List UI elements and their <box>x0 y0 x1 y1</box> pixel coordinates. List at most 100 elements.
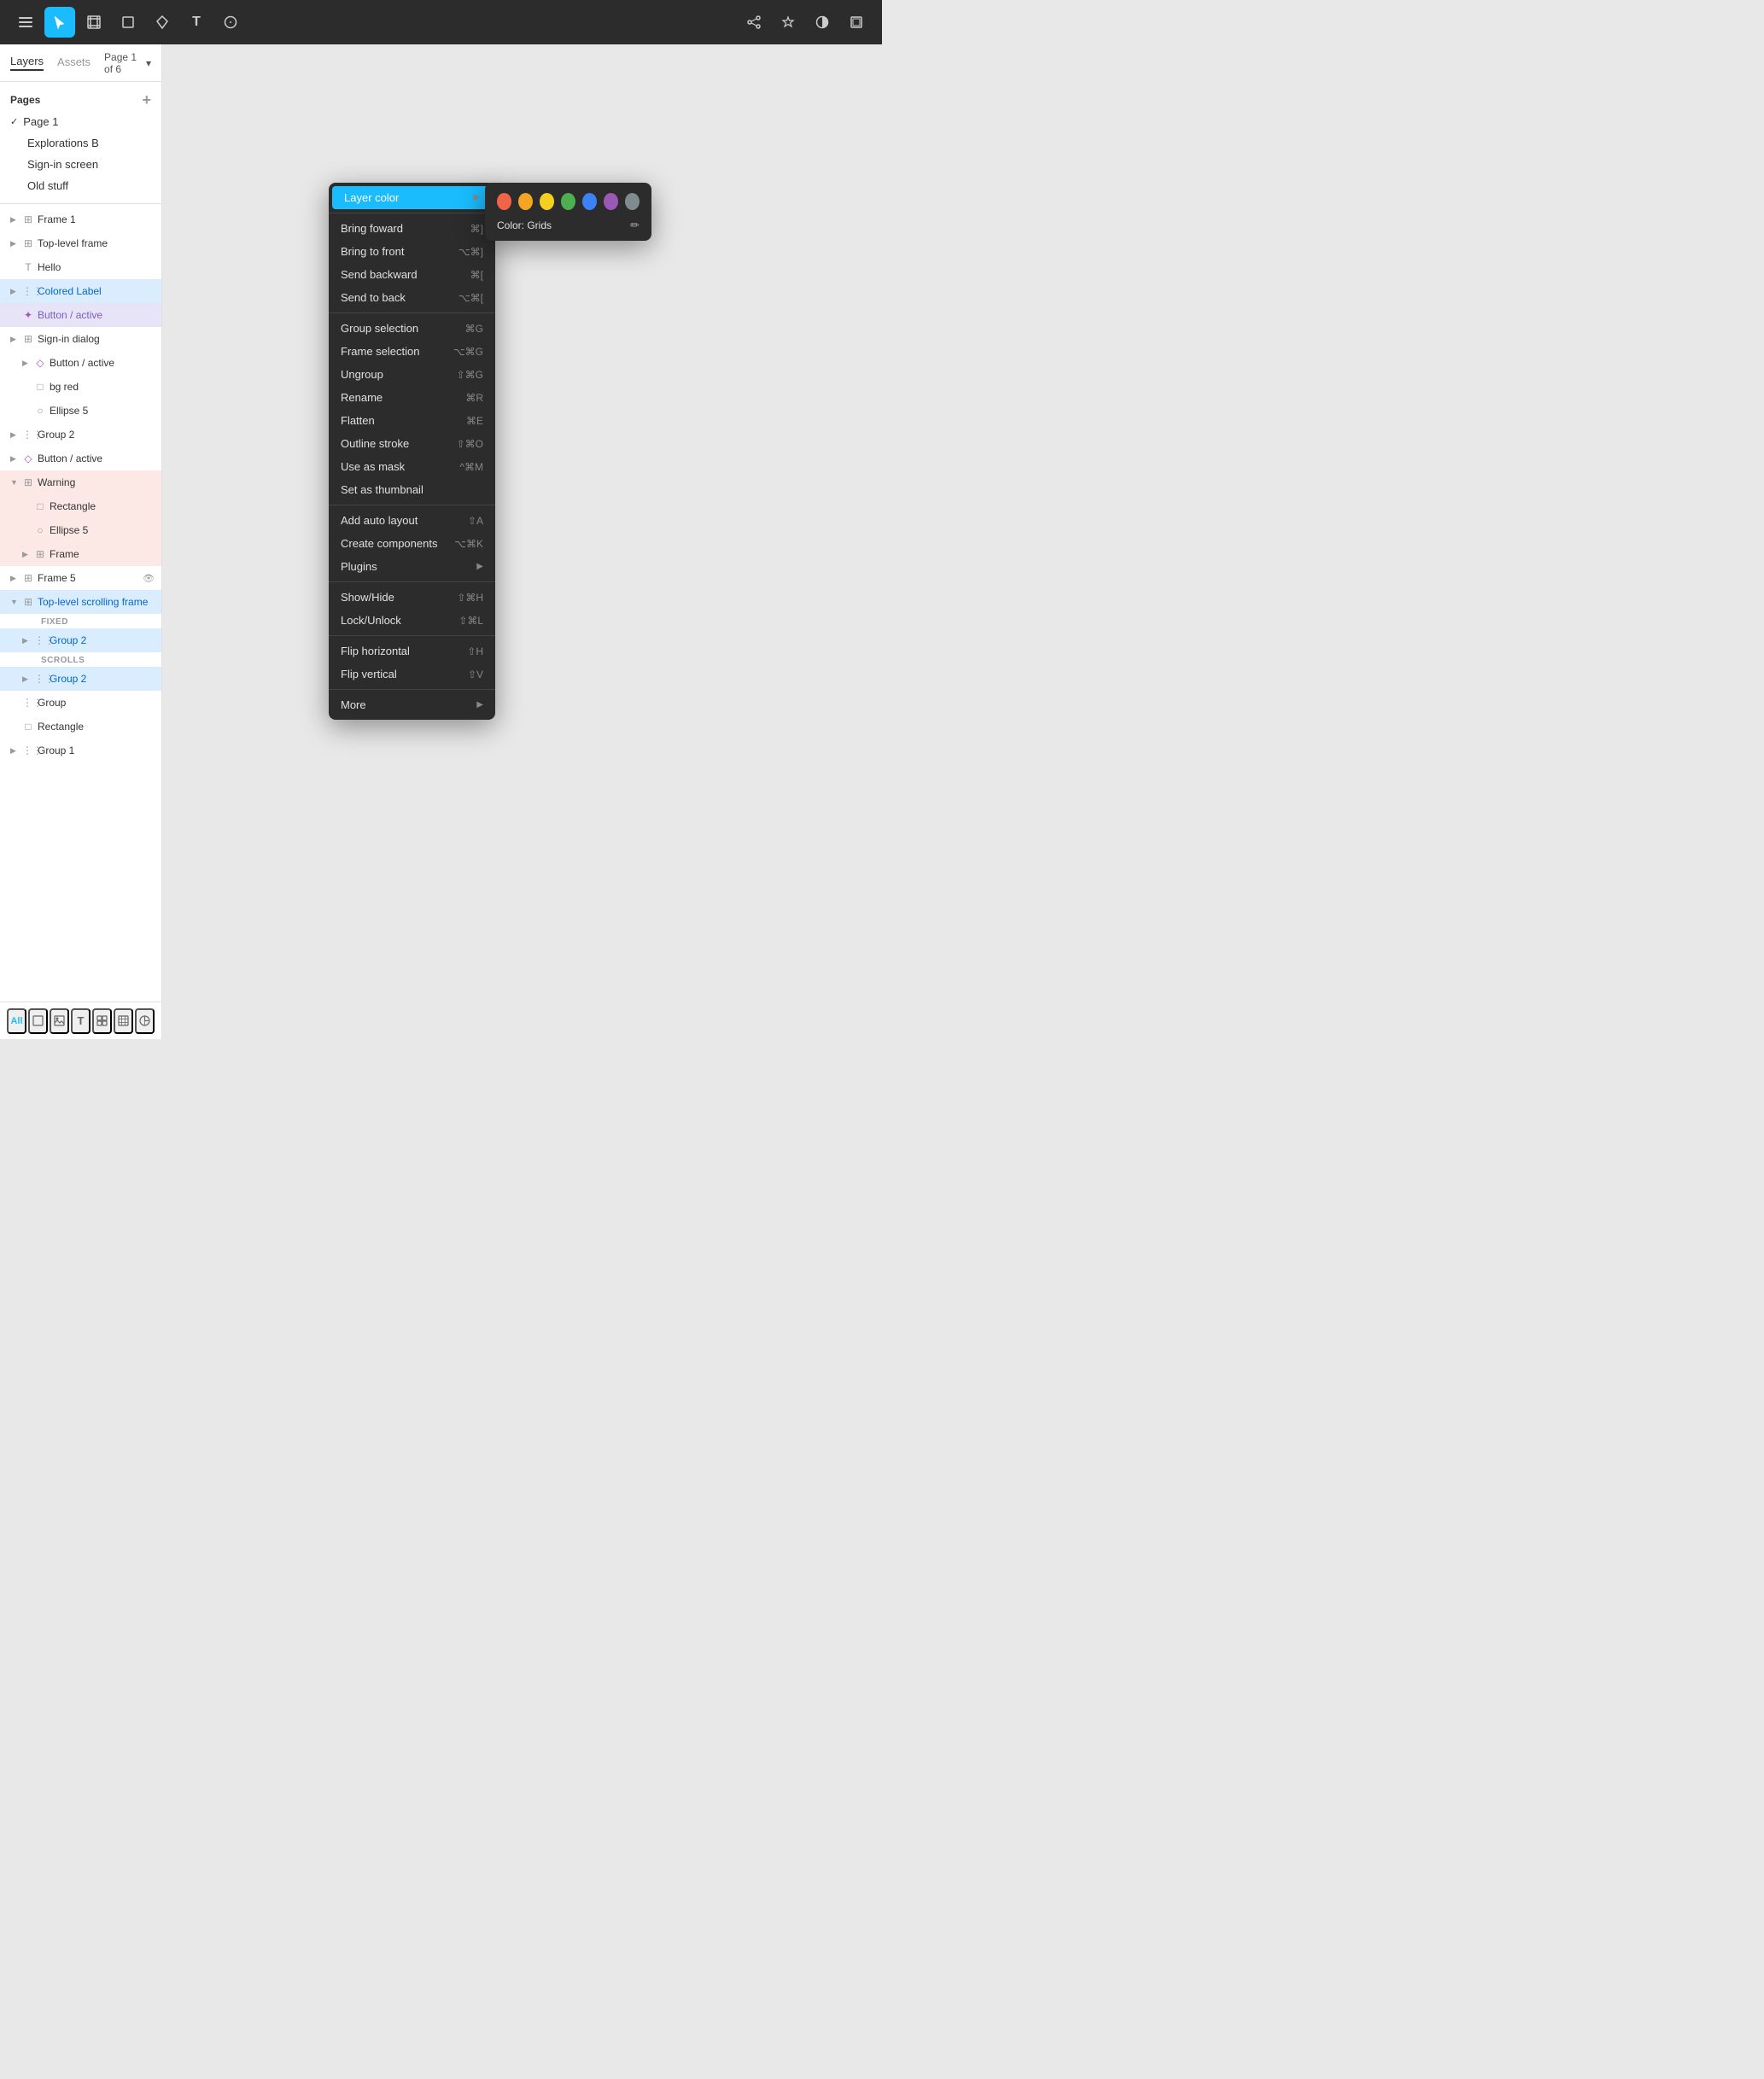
color-edit-button[interactable]: ✏ <box>630 219 640 232</box>
menu-item-outline-stroke[interactable]: Outline stroke⇧⌘O <box>329 432 495 455</box>
layer-item-ellipse5b[interactable]: ○Ellipse 5 <box>0 518 161 542</box>
star-button[interactable] <box>773 7 803 38</box>
layer-item-frame5[interactable]: ▶⊞Frame 5👁 <box>0 566 161 590</box>
layer-item-group2b[interactable]: ▶⋮⋮Group 2 <box>0 628 161 652</box>
page-item-explorations[interactable]: Explorations B <box>0 132 161 154</box>
layer-chevron-colored-label[interactable]: ▶ <box>10 287 19 296</box>
layer-item-frameb[interactable]: ▶⊞Frame <box>0 542 161 566</box>
layer-chevron-frame1[interactable]: ▶ <box>10 215 19 225</box>
menu-item-flip-vertical[interactable]: Flip vertical⇧V <box>329 663 495 686</box>
layer-item-toplevel[interactable]: ▶⊞Top-level frame <box>0 231 161 255</box>
layer-chevron-signin-dialog[interactable]: ▶ <box>10 335 19 344</box>
layer-item-ellipse5[interactable]: ○Ellipse 5 <box>0 399 161 423</box>
layer-chevron-frame5[interactable]: ▶ <box>10 574 19 583</box>
color-dot-blue[interactable] <box>582 193 597 210</box>
layer-chevron-button-active2[interactable]: ▶ <box>22 359 31 368</box>
comment-tool-button[interactable] <box>215 7 246 38</box>
layer-item-warning[interactable]: ▼⊞Warning <box>0 470 161 494</box>
layer-chevron-toplevel-scroll[interactable]: ▼ <box>10 598 19 606</box>
filter-images-button[interactable] <box>50 1008 69 1034</box>
text-tool-button[interactable]: T <box>181 7 212 38</box>
layer-chevron-frameb[interactable]: ▶ <box>22 550 31 559</box>
menu-item-ungroup[interactable]: Ungroup⇧⌘G <box>329 363 495 386</box>
layer-icon-signin-dialog: ⊞ <box>22 333 34 345</box>
layer-item-bg-red[interactable]: □bg red <box>0 375 161 399</box>
layer-item-colored-label[interactable]: ▶⋮⋮Colored Label <box>0 279 161 303</box>
layer-item-group1[interactable]: ▶⋮⋮Group 1 <box>0 739 161 762</box>
layer-item-toplevel-scroll[interactable]: ▼⊞Top-level scrolling frame <box>0 590 161 614</box>
layer-chevron-toplevel[interactable]: ▶ <box>10 239 19 248</box>
menu-item-show-hide[interactable]: Show/Hide⇧⌘H <box>329 586 495 609</box>
page-selector[interactable]: Page 1 of 6 ▾ <box>104 51 151 75</box>
layer-chevron-group1[interactable]: ▶ <box>10 746 19 756</box>
layer-item-rectangle2[interactable]: □Rectangle <box>0 715 161 739</box>
menu-item-use-as-mask[interactable]: Use as mask^⌘M <box>329 455 495 478</box>
sidebar-bottom-toolbar: All T <box>0 1002 161 1039</box>
share-button[interactable] <box>739 7 769 38</box>
color-dot-green[interactable] <box>561 193 575 210</box>
menu-item-frame-selection[interactable]: Frame selection⌥⌘G <box>329 340 495 363</box>
filter-auto-layout-button[interactable] <box>135 1008 155 1034</box>
menu-separator-sep6 <box>329 689 495 690</box>
layer-item-group[interactable]: ⋮⋮Group <box>0 691 161 715</box>
layer-item-button-active2[interactable]: ▶◇Button / active <box>0 351 161 375</box>
layer-item-hello[interactable]: THello <box>0 255 161 279</box>
layer-item-group2a[interactable]: ▶⋮⋮Group 2 <box>0 423 161 447</box>
menu-item-add-auto-layout[interactable]: Add auto layout⇧A <box>329 509 495 532</box>
pen-tool-button[interactable] <box>147 7 178 38</box>
menu-item-plugins[interactable]: Plugins▶ <box>329 555 495 578</box>
menu-item-more[interactable]: More▶ <box>329 693 495 716</box>
page-item-signin[interactable]: Sign-in screen <box>0 154 161 175</box>
layer-name-ellipse5: Ellipse 5 <box>50 405 155 417</box>
layer-item-signin-dialog[interactable]: ▶⊞Sign-in dialog <box>0 327 161 351</box>
menu-item-send-to-back[interactable]: Send to back⌥⌘[ <box>329 286 495 309</box>
page-item-page1[interactable]: ✓ Page 1 <box>0 111 161 132</box>
menu-item-lock-unlock[interactable]: Lock/Unlock⇧⌘L <box>329 609 495 632</box>
canvas[interactable]: Layer color▶ Bring foward⌘]Bring to front… <box>162 44 882 1039</box>
menu-item-create-components[interactable]: Create components⌥⌘K <box>329 532 495 555</box>
color-dot-yellow[interactable] <box>540 193 554 210</box>
contrast-button[interactable] <box>807 7 838 38</box>
menu-item-set-thumbnail[interactable]: Set as thumbnail <box>329 478 495 501</box>
layer-icon-button-active2: ◇ <box>34 357 46 369</box>
layer-chevron-group2c[interactable]: ▶ <box>22 675 31 684</box>
layers-button[interactable] <box>841 7 872 38</box>
tab-assets[interactable]: Assets <box>57 55 91 70</box>
layer-chevron-group2a[interactable]: ▶ <box>10 430 19 440</box>
layer-chevron-button-active3[interactable]: ▶ <box>10 454 19 464</box>
layer-eye-frame5[interactable]: 👁 <box>143 573 155 584</box>
filter-grids-button[interactable] <box>114 1008 133 1034</box>
layer-item-button-active3[interactable]: ▶◇Button / active <box>0 447 161 470</box>
layer-item-button-active1[interactable]: ✦Button / active <box>0 303 161 327</box>
page-item-oldstuff[interactable]: Old stuff <box>0 175 161 196</box>
layer-item-group2c[interactable]: ▶⋮⋮Group 2 <box>0 667 161 691</box>
menu-item-bring-to-front[interactable]: Bring to front⌥⌘] <box>329 240 495 263</box>
filter-frames-button[interactable] <box>28 1008 48 1034</box>
filter-all-button[interactable]: All <box>7 1008 26 1034</box>
menu-item-send-backward[interactable]: Send backward⌘[ <box>329 263 495 286</box>
color-dot-gray[interactable] <box>625 193 640 210</box>
menu-item-rename[interactable]: Rename⌘R <box>329 386 495 409</box>
filter-components-button[interactable] <box>92 1008 112 1034</box>
menu-label-layer-color: Layer color <box>344 191 473 204</box>
layer-item-rectangle[interactable]: □Rectangle <box>0 494 161 518</box>
filter-text-button[interactable]: T <box>71 1008 91 1034</box>
color-dot-red[interactable] <box>497 193 511 210</box>
menu-item-flip-horizontal[interactable]: Flip horizontal⇧H <box>329 639 495 663</box>
color-dot-orange[interactable] <box>518 193 533 210</box>
menu-button[interactable] <box>10 7 41 38</box>
menu-item-group-selection[interactable]: Group selection⌘G <box>329 317 495 340</box>
layer-chevron-group2b[interactable]: ▶ <box>22 636 31 645</box>
layer-name-frame5: Frame 5 <box>38 572 139 584</box>
menu-item-flatten[interactable]: Flatten⌘E <box>329 409 495 432</box>
layer-chevron-warning[interactable]: ▼ <box>10 478 19 487</box>
layer-item-frame1[interactable]: ▶⊞Frame 1 <box>0 207 161 231</box>
add-page-button[interactable]: + <box>142 92 151 108</box>
menu-item-layer-color[interactable]: Layer color▶ <box>332 186 492 209</box>
color-dot-purple[interactable] <box>604 193 618 210</box>
shape-tool-button[interactable] <box>113 7 143 38</box>
tab-layers[interactable]: Layers <box>10 55 44 71</box>
frame-tool-button[interactable] <box>79 7 109 38</box>
menu-item-bring-forward[interactable]: Bring foward⌘] <box>329 217 495 240</box>
cursor-tool-button[interactable] <box>44 7 75 38</box>
